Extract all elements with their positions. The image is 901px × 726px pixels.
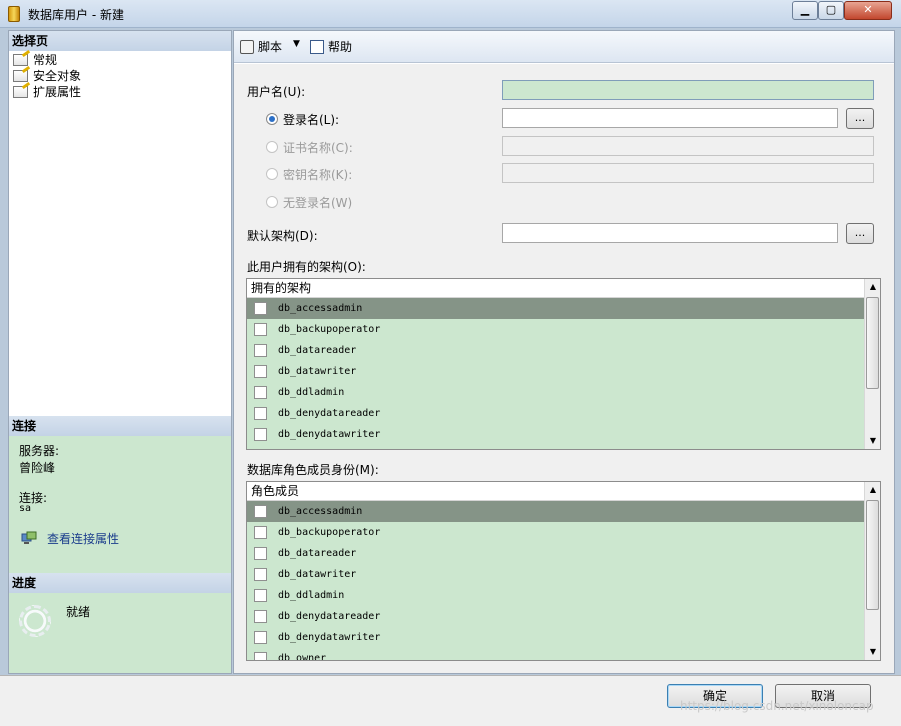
login-name-input[interactable] (502, 108, 838, 128)
checkbox[interactable] (254, 568, 267, 581)
checkbox[interactable] (254, 386, 267, 399)
username-input[interactable] (502, 80, 874, 100)
right-panel: 脚本 ▼ 帮助 用户名(U): 登录名(L): ... 证书名称(C): 密钥名… (233, 30, 895, 674)
dialog-footer: 确定 取消 https://blog.csdn.net/xinoloncap (0, 675, 901, 726)
without-login-label: 无登录名(W) (283, 196, 353, 210)
connection-value: sa (19, 503, 32, 514)
checkbox[interactable] (254, 302, 267, 315)
schema-browse-button[interactable]: ... (846, 223, 874, 244)
checkbox[interactable] (254, 323, 267, 336)
scroll-thumb[interactable] (866, 297, 879, 389)
window-title: 数据库用户 - 新建 (28, 8, 124, 22)
checkbox[interactable] (254, 344, 267, 357)
list-item[interactable]: db_denydatawriter (247, 627, 864, 648)
server-value: 曾险峰 (19, 461, 56, 475)
role-membership-list[interactable]: 角色成员 db_accessadmin db_backupoperator db… (246, 481, 881, 661)
help-icon (310, 40, 324, 54)
title-bar: 数据库用户 - 新建 ▁ ▢ ✕ (0, 0, 901, 28)
owned-schemas-list[interactable]: 拥有的架构 db_accessadmin db_backupoperator d… (246, 278, 881, 450)
list-item[interactable]: db_accessadmin (247, 298, 864, 319)
help-label: 帮助 (328, 40, 353, 54)
list-item[interactable]: db_datawriter (247, 361, 864, 382)
login-name-label: 登录名(L): (283, 113, 340, 127)
form-content: 用户名(U): 登录名(L): ... 证书名称(C): 密钥名称(K): 无登… (234, 64, 894, 673)
radio-certificate-name[interactable] (266, 141, 278, 153)
username-label: 用户名(U): (247, 85, 306, 99)
checkbox[interactable] (254, 547, 267, 560)
scroll-up-icon[interactable]: ▲ (865, 482, 880, 498)
scroll-thumb[interactable] (866, 500, 879, 610)
list-item[interactable]: db_denydatawriter (247, 424, 864, 445)
scroll-down-icon[interactable]: ▼ (865, 644, 880, 660)
radio-login-name[interactable] (266, 113, 278, 125)
default-schema-input[interactable] (502, 223, 838, 243)
left-panel: 选择页 常规 安全对象 扩展属性 连接 服务器: 曾险峰 连接: sa 查看连接… (8, 30, 232, 674)
help-button[interactable]: 帮助 (310, 38, 352, 56)
page-item-securables[interactable]: 安全对象 (13, 68, 81, 84)
page-item-label: 安全对象 (33, 69, 82, 83)
checkbox[interactable] (254, 505, 267, 518)
list-item[interactable]: db_datawriter (247, 564, 864, 585)
page-item-extended-properties[interactable]: 扩展属性 (13, 84, 81, 100)
certificate-name-label: 证书名称(C): (283, 141, 353, 155)
role-membership-column-header: 角色成员 (247, 482, 864, 501)
owned-schemas-label: 此用户拥有的架构(O): (247, 260, 366, 274)
connection-properties-icon (21, 531, 37, 544)
server-label: 服务器: (19, 444, 60, 458)
scroll-down-icon[interactable]: ▼ (865, 433, 880, 449)
role-membership-scrollbar[interactable]: ▲ ▼ (864, 482, 880, 660)
checkbox[interactable] (254, 365, 267, 378)
page-icon (13, 70, 28, 82)
key-name-label: 密钥名称(K): (283, 168, 353, 182)
checkbox[interactable] (254, 589, 267, 602)
role-membership-label: 数据库角色成员身份(M): (247, 463, 379, 477)
select-page-header: 选择页 (9, 31, 231, 51)
connection-header: 连接 (9, 416, 231, 436)
radio-key-name[interactable] (266, 168, 278, 180)
checkbox[interactable] (254, 407, 267, 420)
watermark: https://blog.csdn.net/xinoloncap (680, 699, 874, 713)
page-item-label: 常规 (33, 53, 58, 67)
list-item[interactable]: db_backupoperator (247, 319, 864, 340)
login-browse-button[interactable]: ... (846, 108, 874, 129)
certificate-name-input (502, 136, 874, 156)
list-item[interactable]: db_denydatareader (247, 403, 864, 424)
list-item[interactable]: db_datareader (247, 340, 864, 361)
page-icon (13, 86, 28, 98)
checkbox[interactable] (254, 631, 267, 644)
checkbox[interactable] (254, 428, 267, 441)
list-item[interactable]: db_owner (247, 648, 864, 660)
progress-spinner-icon (19, 605, 51, 637)
script-label: 脚本 (258, 40, 283, 54)
list-item[interactable]: db_denydatareader (247, 606, 864, 627)
list-item[interactable]: db_datareader (247, 543, 864, 564)
scroll-up-icon[interactable]: ▲ (865, 279, 880, 295)
minimize-button[interactable]: ▁ (792, 1, 818, 20)
maximize-button[interactable]: ▢ (818, 1, 844, 20)
page-icon (13, 54, 28, 66)
owned-schemas-column-header: 拥有的架构 (247, 279, 864, 298)
database-icon (8, 6, 20, 22)
key-name-input (502, 163, 874, 183)
list-item[interactable]: db_backupoperator (247, 522, 864, 543)
close-button[interactable]: ✕ (844, 1, 892, 20)
radio-without-login[interactable] (266, 196, 278, 208)
progress-header: 进度 (9, 573, 231, 593)
default-schema-label: 默认架构(D): (247, 229, 318, 243)
toolbar: 脚本 ▼ 帮助 (234, 31, 894, 63)
list-item[interactable]: db_accessadmin (247, 501, 864, 522)
checkbox[interactable] (254, 652, 267, 660)
script-button[interactable]: 脚本 (240, 38, 282, 56)
view-connection-properties-link[interactable]: 查看连接属性 (47, 530, 119, 547)
progress-status: 就绪 (66, 605, 91, 619)
checkbox[interactable] (254, 526, 267, 539)
list-item[interactable]: db_ddladmin (247, 585, 864, 606)
list-item[interactable]: db_ddladmin (247, 382, 864, 403)
page-item-label: 扩展属性 (33, 85, 82, 99)
chevron-down-icon[interactable]: ▼ (293, 39, 300, 49)
script-icon (240, 40, 254, 54)
checkbox[interactable] (254, 610, 267, 623)
owned-schemas-scrollbar[interactable]: ▲ ▼ (864, 279, 880, 449)
page-item-general[interactable]: 常规 (13, 52, 57, 68)
